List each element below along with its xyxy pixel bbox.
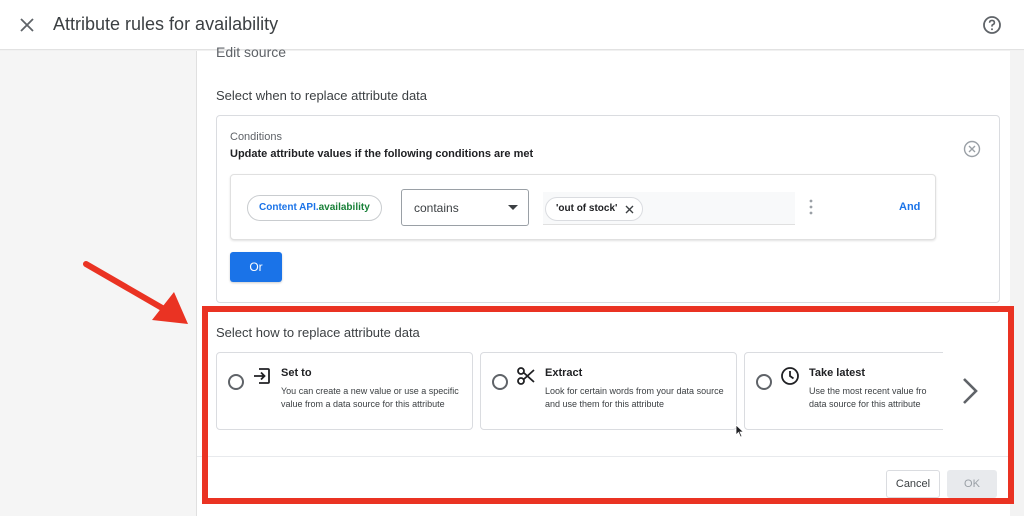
conditions-description: Update attribute values if the following… <box>230 148 534 160</box>
annotation-arrow-icon <box>83 261 188 324</box>
take-latest-radio[interactable] <box>756 374 772 390</box>
title-bar: Attribute rules for availability <box>0 0 1024 50</box>
option-description-line: data source for this attribute <box>809 398 921 409</box>
option-card-extract[interactable]: Extract Look for certain words from your… <box>480 352 737 430</box>
more-options-button[interactable] <box>809 199 813 220</box>
option-title: Set to <box>281 367 312 379</box>
how-section-title: Select how to replace attribute data <box>216 325 420 340</box>
value-chip: 'out of stock' <box>545 197 644 221</box>
attribute-name: availability <box>318 202 370 213</box>
remove-circle-icon <box>963 140 981 158</box>
clock-icon <box>781 367 799 385</box>
option-description-line: Use the most recent value fro <box>809 386 927 396</box>
ok-button[interactable]: OK <box>947 470 997 498</box>
conditions-label: Conditions <box>230 131 282 143</box>
close-icon <box>625 205 634 213</box>
options-carousel-clip: Take latest Use the most recent value fr… <box>744 352 943 432</box>
set-to-icon <box>254 368 270 384</box>
dropdown-arrow-icon <box>508 205 518 210</box>
and-button[interactable]: And <box>899 201 920 213</box>
operator-select[interactable]: contains <box>401 189 529 226</box>
set-to-radio[interactable] <box>228 374 244 390</box>
option-title: Extract <box>545 367 583 379</box>
scissors-icon <box>517 367 535 385</box>
remove-value-button[interactable] <box>625 205 634 214</box>
more-vert-icon <box>809 199 813 215</box>
value-chip-label: 'out of stock' <box>556 203 618 214</box>
option-card-set-to[interactable]: Set to You can create a new value or use… <box>216 352 473 430</box>
chevron-right-icon <box>963 378 978 404</box>
next-options-button[interactable] <box>959 375 981 407</box>
when-section-title: Select when to replace attribute data <box>216 88 428 103</box>
page-title: Attribute rules for availability <box>53 14 279 34</box>
option-description: Use the most recent value fro data sourc… <box>809 385 943 410</box>
attribute-prefix: Content API. <box>259 202 319 213</box>
or-button[interactable]: Or <box>230 252 282 282</box>
operator-value: contains <box>414 201 459 215</box>
edit-source-label: Edit source <box>216 44 287 60</box>
right-pane <box>1010 51 1024 516</box>
value-input[interactable]: 'out of stock' <box>543 192 795 225</box>
attribute-chip[interactable]: Content API.availability <box>247 195 382 221</box>
option-title: Take latest <box>809 367 866 379</box>
close-button[interactable] <box>14 12 40 38</box>
extract-radio[interactable] <box>492 374 508 390</box>
help-button[interactable] <box>980 13 1004 37</box>
close-icon <box>20 18 34 32</box>
rule-editor-panel: Edit source Select when to replace attri… <box>196 44 1011 516</box>
option-description: Look for certain words from your data so… <box>545 386 724 409</box>
cancel-button[interactable]: Cancel <box>886 470 940 498</box>
condition-row: Content API.availability contains 'out o… <box>230 174 936 240</box>
mouse-cursor-icon <box>735 424 745 438</box>
footer-divider <box>197 456 1011 457</box>
option-description: You can create a new value or use a spec… <box>281 386 459 409</box>
remove-condition-button[interactable] <box>963 140 981 158</box>
conditions-card: Conditions Update attribute values if th… <box>216 115 1000 303</box>
option-card-take-latest[interactable]: Take latest Use the most recent value fr… <box>744 352 943 430</box>
help-icon <box>983 16 1001 34</box>
